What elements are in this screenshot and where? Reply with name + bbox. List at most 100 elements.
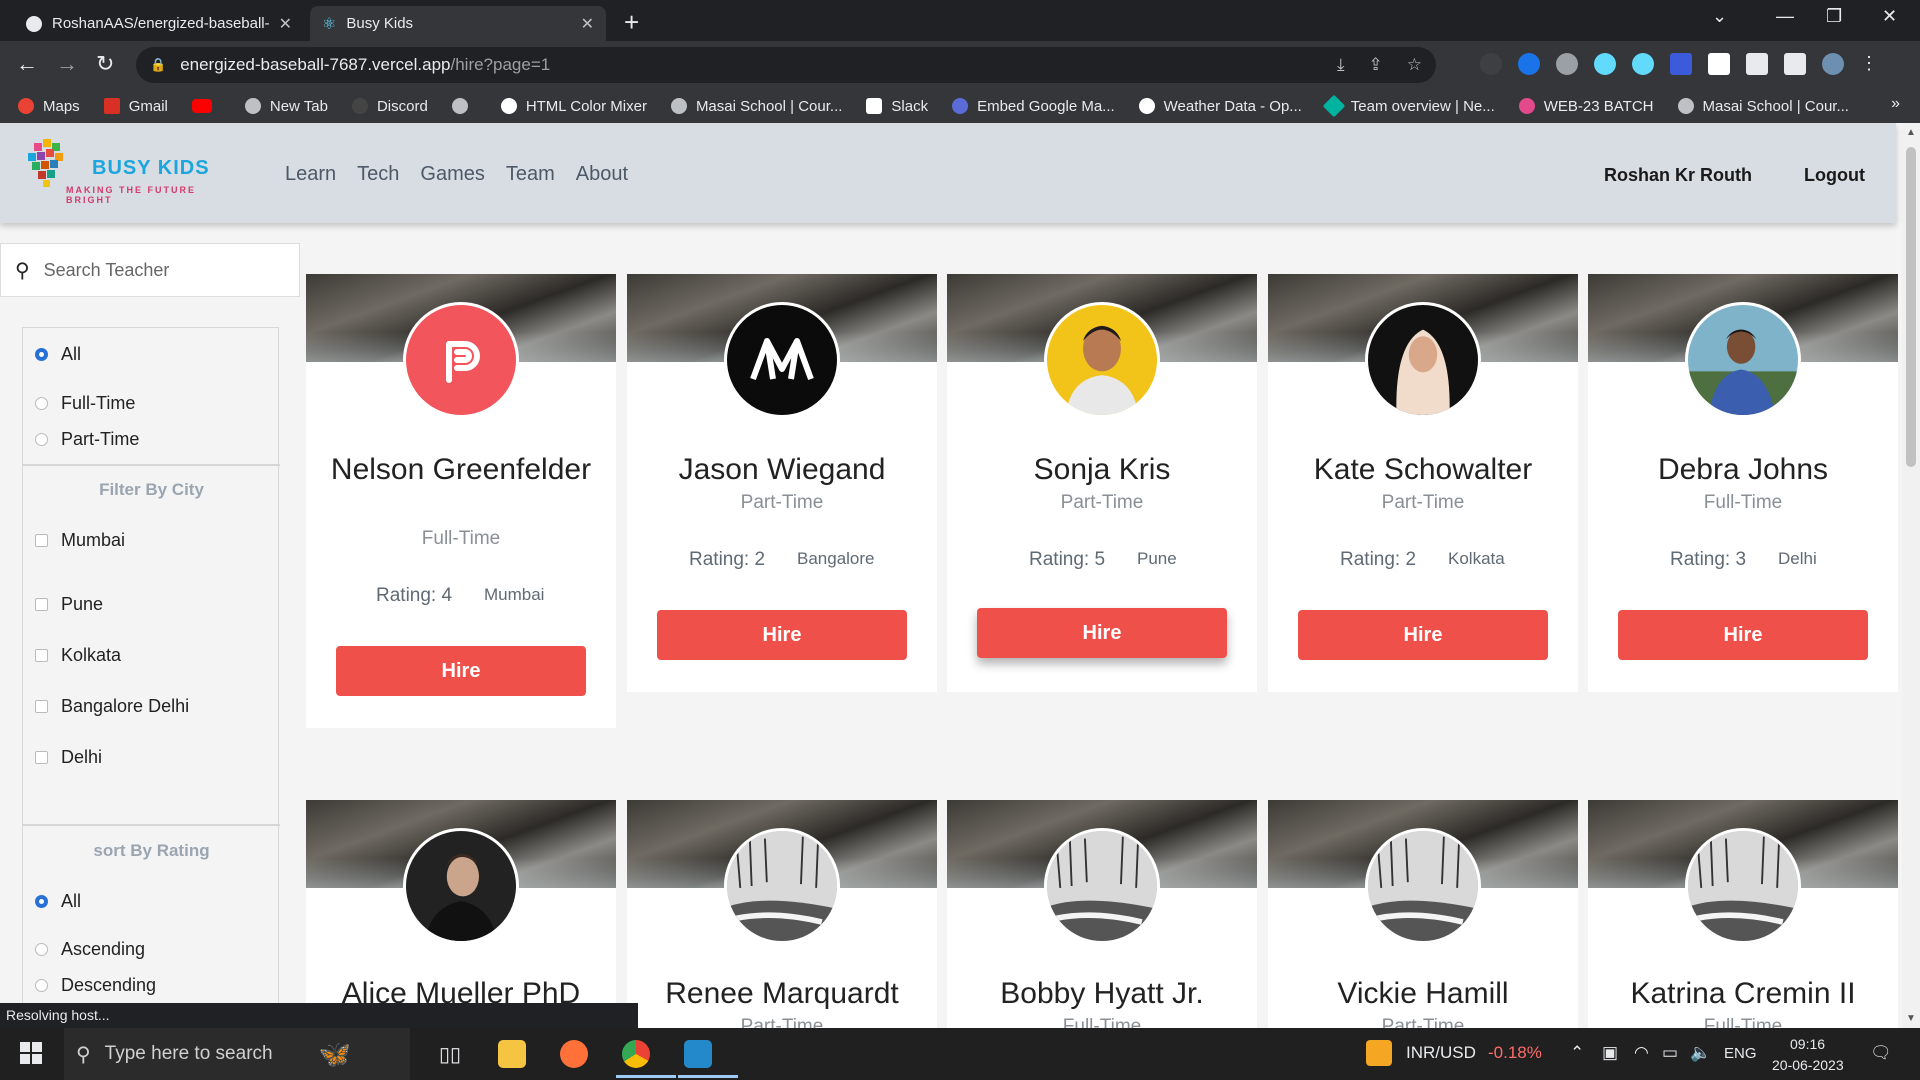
radio-button[interactable] [35, 348, 48, 361]
hire-button[interactable]: Hire [977, 608, 1227, 658]
sort-option-descending[interactable]: Descending [35, 975, 156, 996]
hire-button[interactable]: Hire [336, 646, 586, 696]
checkbox[interactable] [35, 649, 48, 662]
chrome-icon[interactable] [616, 1036, 676, 1078]
clock-time[interactable]: 09:16 [1790, 1036, 1825, 1052]
hire-button[interactable]: Hire [1298, 610, 1548, 660]
extension-icon[interactable] [1480, 53, 1502, 75]
logout-button[interactable]: Logout [1804, 165, 1865, 186]
page-scrollbar[interactable]: ▲ ▼ [1902, 123, 1920, 1028]
bookmark-item[interactable]: WEB-23 BATCH [1518, 98, 1654, 115]
lock-icon[interactable]: 🔒 [150, 57, 166, 73]
forward-icon[interactable]: → [56, 51, 78, 77]
radio-button[interactable] [35, 433, 48, 446]
checkbox[interactable] [35, 598, 48, 611]
type-option-part-time[interactable]: Part-Time [35, 429, 139, 450]
city-option-mumbai[interactable]: Mumbai [35, 530, 125, 551]
type-option-all[interactable]: All [35, 344, 81, 365]
close-icon[interactable]: ✕ [279, 14, 292, 34]
nav-learn[interactable]: Learn [285, 163, 336, 186]
puzzle-icon[interactable] [1746, 53, 1768, 75]
tab-search-icon[interactable]: ⌄ [1712, 6, 1727, 27]
extension-icon[interactable] [1556, 53, 1578, 75]
teacher-card: Alice Mueller PhD [306, 800, 616, 1028]
new-tab-icon[interactable]: + [624, 7, 639, 38]
city-option-delhi[interactable]: Delhi [35, 747, 102, 768]
currency-label[interactable]: INR/USD [1406, 1043, 1476, 1063]
bookmark-item[interactable]: Embed Google Ma... [952, 98, 1115, 115]
sidepanel-icon[interactable] [1784, 53, 1806, 75]
city-option-bangalore-delhi[interactable]: Bangalore Delhi [35, 696, 189, 717]
extension-icon[interactable] [1632, 53, 1654, 75]
search-input[interactable] [43, 259, 284, 281]
extension-icon[interactable] [1708, 53, 1730, 75]
tab-github[interactable]: RoshanAAS/energized-baseball- ✕ [14, 6, 304, 41]
file-explorer-icon[interactable] [492, 1036, 532, 1072]
vscode-icon[interactable] [678, 1036, 738, 1078]
meet-icon[interactable]: ▣ [1602, 1043, 1618, 1063]
city-option-pune[interactable]: Pune [35, 594, 103, 615]
checkbox[interactable] [35, 534, 48, 547]
radio-button[interactable] [35, 979, 48, 992]
bookmark-item[interactable] [451, 98, 477, 114]
wifi-icon[interactable]: ◠ [1634, 1043, 1649, 1063]
star-icon[interactable]: ☆ [1407, 55, 1422, 75]
scrollbar-thumb[interactable] [1906, 147, 1916, 467]
restore-icon[interactable]: ❐ [1826, 6, 1842, 27]
radio-button[interactable] [35, 943, 48, 956]
extension-icon[interactable] [1518, 53, 1540, 75]
nav-games[interactable]: Games [420, 163, 484, 186]
extension-icon[interactable] [1670, 53, 1692, 75]
task-view-icon[interactable]: ▯▯ [430, 1036, 470, 1072]
tab-busy-kids[interactable]: ⚛ Busy Kids ✕ [310, 6, 606, 41]
bookmark-item[interactable]: Team overview | Ne... [1322, 94, 1495, 118]
nav-team[interactable]: Team [506, 163, 555, 186]
scroll-down-icon[interactable]: ▼ [1906, 1013, 1916, 1024]
bookmarks-overflow-icon[interactable]: » [1891, 95, 1900, 113]
battery-icon[interactable]: ▭ [1662, 1043, 1678, 1063]
chevron-up-icon[interactable]: ⌃ [1570, 1043, 1584, 1063]
clock-date[interactable]: 20-06-2023 [1772, 1057, 1844, 1073]
bookmark-item[interactable]: HTML Color Mixer [500, 98, 647, 115]
nav-about[interactable]: About [576, 163, 628, 186]
minimize-icon[interactable]: — [1776, 6, 1794, 27]
close-icon[interactable]: ✕ [581, 14, 594, 34]
close-window-icon[interactable]: ✕ [1882, 6, 1897, 27]
bookmark-item[interactable]: Discord [351, 98, 428, 115]
nav-tech[interactable]: Tech [357, 163, 399, 186]
checkbox[interactable] [35, 700, 48, 713]
hire-button[interactable]: Hire [1618, 610, 1868, 660]
volume-icon[interactable]: 🔈 [1690, 1043, 1711, 1063]
type-option-full-time[interactable]: Full-Time [35, 393, 135, 414]
bookmark-item[interactable]: Maps [18, 98, 80, 115]
city-option-kolkata[interactable]: Kolkata [35, 645, 121, 666]
profile-avatar[interactable] [1822, 53, 1844, 75]
sort-option-all[interactable]: All [35, 891, 81, 912]
language-indicator[interactable]: ENG [1724, 1045, 1757, 1062]
bookmark-item[interactable]: Weather Data - Op... [1138, 98, 1302, 115]
windows-start-icon[interactable] [20, 1042, 42, 1064]
menu-icon[interactable]: ⋮ [1860, 53, 1878, 75]
bookmark-item[interactable]: Masai School | Cour... [670, 98, 842, 115]
bookmark-item[interactable] [191, 99, 221, 113]
bookmark-item[interactable]: Masai School | Cour... [1677, 98, 1849, 115]
checkbox[interactable] [35, 751, 48, 764]
hire-button[interactable]: Hire [657, 610, 907, 660]
notifications-icon[interactable]: 🗨 [1870, 1043, 1892, 1063]
back-icon[interactable]: ← [16, 51, 38, 77]
taskbar-search[interactable]: ⚲ Type here to search 🦋 [64, 1028, 410, 1080]
scroll-up-icon[interactable]: ▲ [1906, 127, 1916, 138]
install-icon[interactable]: ⤓ [1337, 55, 1345, 75]
share-icon[interactable]: ⇪ [1369, 55, 1383, 75]
firefox-icon[interactable] [554, 1036, 594, 1072]
reload-icon[interactable]: ↻ [96, 51, 114, 77]
url-bar[interactable]: 🔒 energized-baseball-7687.vercel.app/hir… [136, 47, 1436, 83]
bookmark-item[interactable]: Gmail [103, 98, 168, 115]
bookmark-item[interactable]: Slack [866, 98, 928, 115]
sort-option-ascending[interactable]: Ascending [35, 939, 145, 960]
radio-button[interactable] [35, 895, 48, 908]
bookmark-item[interactable]: New Tab [244, 98, 328, 115]
extension-icon[interactable] [1594, 53, 1616, 75]
busy-kids-logo[interactable]: BUSY KIDS MAKING THE FUTURE BRIGHT [24, 137, 234, 205]
radio-button[interactable] [35, 397, 48, 410]
